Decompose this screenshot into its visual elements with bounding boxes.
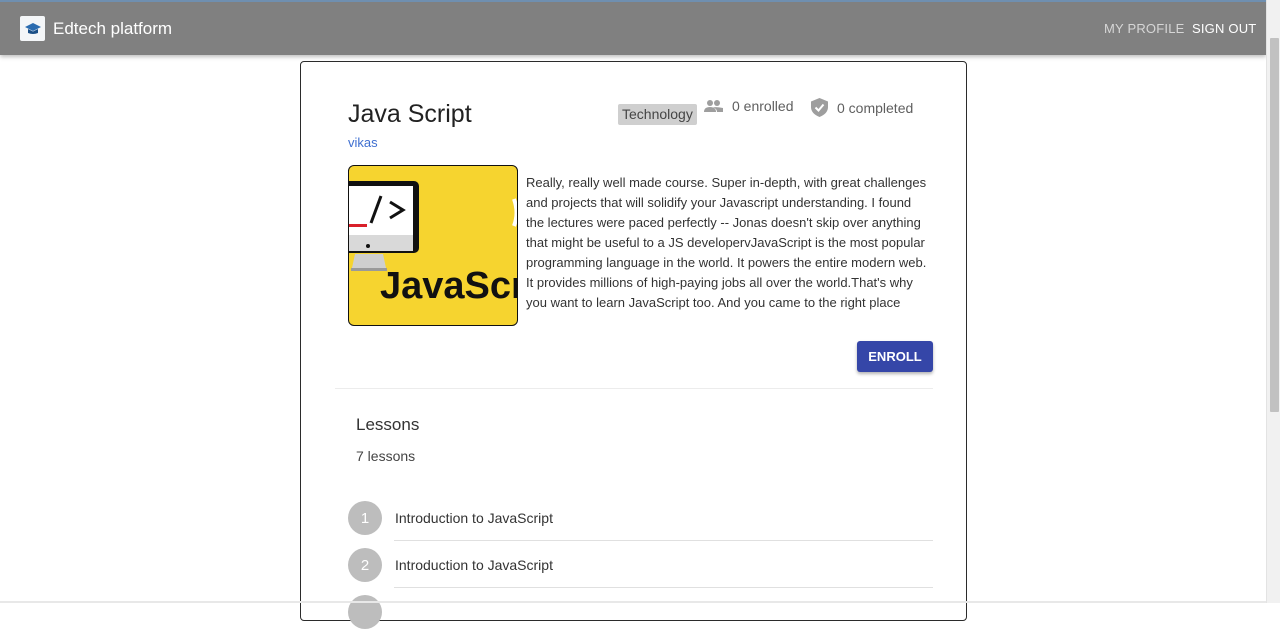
sign-out-button[interactable]: SIGN OUT [1192,21,1256,36]
lesson-item[interactable]: 2 Introduction to JavaScript [348,548,933,588]
graduation-cap-icon [24,22,41,34]
lesson-divider [394,587,933,588]
thumbnail-text: JavaScr [380,265,518,307]
lessons-heading: Lessons [356,415,420,434]
section-divider [335,388,933,389]
enroll-button[interactable]: ENROLL [857,341,933,372]
course-title: Java Script [348,100,472,128]
completed-count: 0 completed [837,99,914,116]
lesson-title: Introduction to JavaScript [395,510,553,526]
enrolled-count: 0 enrolled [732,98,794,114]
category-chip: Technology [618,104,697,125]
lesson-title: Introduction to JavaScript [395,557,553,573]
scrollbar-thumb[interactable] [1270,38,1279,412]
enrolled-stat: 0 enrolled [704,98,794,114]
verified-shield-icon [811,98,828,117]
my-profile-button[interactable]: MY PROFILE [1104,21,1185,36]
course-card: Java Script vikas Technology 0 enrolled … [300,61,967,629]
course-thumbnail: JavaScr [348,165,518,326]
completed-stat: 0 completed [811,98,913,117]
app-title[interactable]: Edtech platform [53,19,172,39]
course-description: Really, really well made course. Super i… [526,175,927,310]
lessons-count: 7 lessons [356,448,416,464]
lesson-number-avatar: 2 [348,548,382,582]
page-scrollbar[interactable] [1266,0,1280,603]
lesson-number-avatar: 1 [348,501,382,535]
instructor-link[interactable]: vikas [348,135,378,150]
people-icon [704,100,723,112]
lesson-divider [394,540,933,541]
logo[interactable] [20,16,45,41]
app-bar: Edtech platform MY PROFILE SIGN OUT [0,0,1266,55]
computer-monitor-icon [349,181,517,271]
lesson-item[interactable]: 1 Introduction to JavaScript [348,501,933,541]
